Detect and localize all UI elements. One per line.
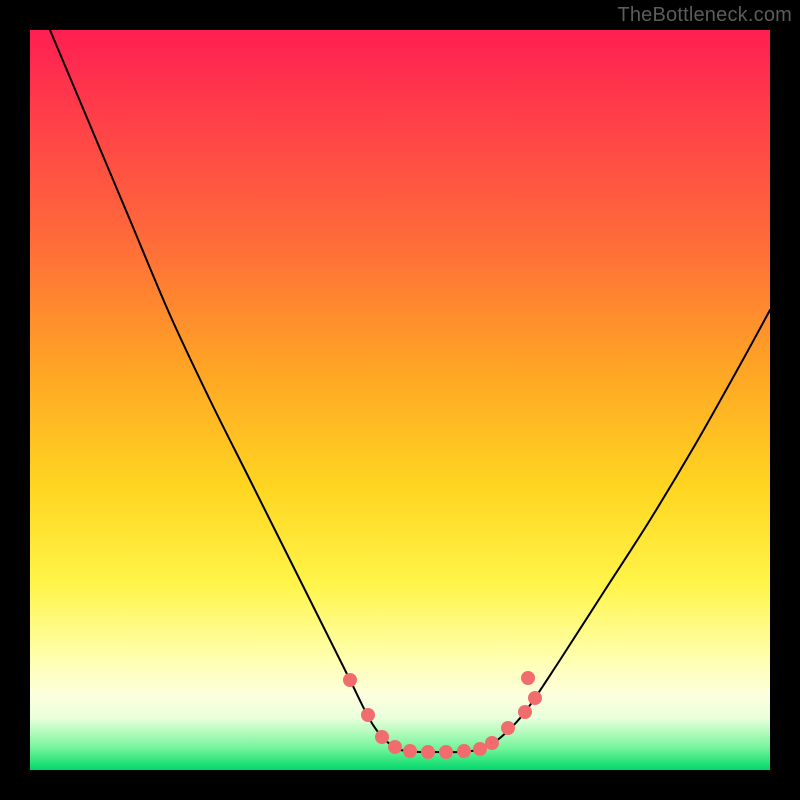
marker-point-6 (439, 745, 453, 759)
chart-frame: TheBottleneck.com (0, 0, 800, 800)
series-group (50, 30, 770, 752)
marker-point-3 (388, 740, 402, 754)
series-left-curve (50, 30, 400, 750)
marker-point-5 (421, 745, 435, 759)
marker-point-12 (528, 691, 542, 705)
series-right-curve (480, 310, 770, 750)
marker-point-4 (403, 744, 417, 758)
marker-point-11 (518, 705, 532, 719)
marker-point-8 (473, 742, 487, 756)
markers-group (343, 671, 542, 759)
marker-point-0 (343, 673, 357, 687)
marker-point-7 (457, 744, 471, 758)
watermark-text: TheBottleneck.com (617, 4, 792, 27)
chart-svg (30, 30, 770, 770)
marker-point-13 (521, 671, 535, 685)
marker-point-9 (485, 736, 499, 750)
marker-point-2 (375, 730, 389, 744)
marker-point-1 (361, 708, 375, 722)
plot-area (30, 30, 770, 770)
marker-point-10 (501, 721, 515, 735)
